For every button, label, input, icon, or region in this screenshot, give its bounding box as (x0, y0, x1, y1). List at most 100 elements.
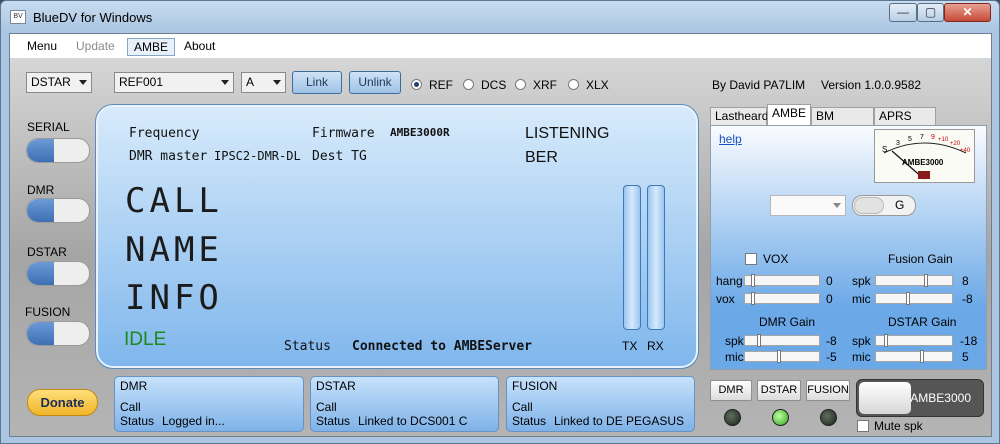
radio-xrf[interactable]: XRF (515, 78, 557, 92)
tx-level-bar (623, 185, 641, 330)
dstar-spk-slider[interactable] (875, 334, 953, 347)
bluedv-app-icon: BV (10, 10, 26, 24)
radio-ref[interactable]: REF (411, 78, 453, 92)
tab-bm-lookup[interactable]: BM lookup (811, 107, 874, 140)
radio-icon (515, 79, 526, 90)
fusion-mic-slider[interactable] (875, 292, 953, 305)
tab-ambe[interactable]: AMBE (767, 104, 811, 126)
menu-item-ambe[interactable]: AMBE (127, 38, 176, 56)
dstar-panel-title: DSTAR (316, 379, 356, 393)
dmr-status-value: Logged in... (162, 414, 225, 428)
module-select[interactable]: A (241, 72, 286, 93)
dmr-mic-slider[interactable] (744, 350, 820, 363)
dstar-label: DSTAR (27, 245, 67, 259)
meter-pivot (918, 171, 930, 179)
version-label: Version 1.0.0.9582 (821, 78, 922, 92)
close-button[interactable]: ✕ (944, 3, 991, 22)
author-label: By David PA7LIM (712, 78, 806, 92)
fusion-spk-slider[interactable] (875, 274, 953, 287)
fusion-mode-button[interactable]: FUSION (806, 380, 850, 401)
fusion-mic-label: mic (852, 292, 871, 306)
donate-button[interactable]: Donate (27, 389, 98, 416)
dmr-master-value: IPSC2-DMR-DL (214, 149, 301, 163)
meter-scale-5: 5 (908, 136, 912, 143)
radio-dcs[interactable]: DCS (463, 78, 506, 92)
dmr-label: DMR (27, 183, 55, 197)
slider-thumb (751, 292, 755, 305)
dest-tg-label: Dest TG (312, 149, 367, 164)
toggle-knob (859, 382, 911, 414)
slider-thumb (751, 274, 755, 287)
fusion-spk-value: 8 (962, 274, 969, 288)
g-toggle[interactable]: G (852, 195, 916, 216)
unlink-button[interactable]: Unlink (349, 71, 401, 94)
dstar-gain-label: DSTAR Gain (888, 315, 957, 329)
fusion-status-value: Linked to DE PEGASUS (554, 414, 685, 428)
dstar-mic-slider[interactable] (875, 350, 953, 363)
dmr-toggle[interactable] (26, 198, 90, 223)
radio-selected-icon (411, 79, 422, 90)
dmr-status-led (724, 409, 741, 426)
dmr-mode-button[interactable]: DMR (710, 380, 752, 401)
meter-scale-3: 3 (896, 140, 900, 147)
dmr-mic-label: mic (725, 350, 744, 364)
s-meter: S 3 5 7 9 +10 +20 +40 AMBE3000 (874, 129, 975, 183)
menu-item-update[interactable]: Update (72, 38, 119, 56)
slider-thumb (757, 334, 761, 347)
radio-icon (568, 79, 579, 90)
dmr-spk-value: -8 (826, 334, 837, 348)
tab-lastheard[interactable]: Lastheard (710, 107, 768, 126)
reflector-select-value: REF001 (119, 75, 164, 89)
hang-label: hang (716, 274, 743, 288)
ambe-device-select[interactable] (770, 195, 846, 216)
dstar-toggle[interactable] (26, 261, 90, 286)
fusion-panel-title: FUSION (512, 379, 558, 393)
hang-slider[interactable] (744, 274, 820, 287)
mute-spk-checkbox[interactable] (857, 420, 869, 432)
dstar-panel: DSTAR Call Status Linked to DCS001 C (310, 376, 499, 432)
lcd-display: Frequency Firmware AMBE3000R LISTENING D… (95, 104, 699, 369)
radio-xlx[interactable]: XLX (568, 78, 609, 92)
help-link[interactable]: help (719, 132, 742, 146)
mode-select[interactable]: DSTAR (26, 72, 92, 93)
dstar-mic-value: 5 (962, 350, 969, 364)
ambe3000-toggle[interactable]: AMBE3000 (856, 379, 984, 417)
dmr-panel-title: DMR (120, 379, 148, 393)
frequency-label: Frequency (129, 126, 200, 141)
radio-ref-label: REF (429, 78, 453, 92)
dstar-spk-value: -18 (960, 334, 978, 348)
link-button[interactable]: Link (292, 71, 342, 94)
dmr-spk-slider[interactable] (744, 334, 820, 347)
meter-label: AMBE3000 (902, 158, 944, 167)
idle-status: IDLE (124, 329, 167, 350)
serial-label: SERIAL (27, 120, 70, 134)
tx-label: TX (622, 339, 638, 353)
dmr-mic-value: -5 (826, 350, 837, 364)
dstar-mode-button[interactable]: DSTAR (757, 380, 801, 401)
serial-toggle[interactable] (26, 138, 90, 163)
meter-scale-s: S (882, 145, 887, 154)
minimize-button[interactable]: — (889, 3, 917, 22)
dmr-gain-label: DMR Gain (759, 315, 816, 329)
meter-scale-plus40: +40 (960, 148, 971, 154)
reflector-select[interactable]: REF001 (114, 72, 234, 93)
chevron-down-icon (221, 80, 229, 85)
chevron-down-icon (79, 80, 87, 85)
rx-level-bar (647, 185, 665, 330)
tab-strip: Lastheard AMBE BM lookup APRS chat (710, 104, 990, 140)
meter-scale-7: 7 (920, 134, 924, 141)
menu-item-about[interactable]: About (180, 38, 219, 56)
vox-checkbox[interactable] (745, 253, 757, 265)
fusion-status-label: Status (512, 414, 547, 428)
maximize-button[interactable]: ▢ (917, 3, 944, 22)
status-value: Connected to AMBEServer (352, 339, 533, 354)
tab-aprs-chat[interactable]: APRS chat (874, 107, 936, 140)
dstar-call-label: Call (316, 400, 337, 414)
menu-item-menu[interactable]: Menu (23, 38, 61, 56)
window-title: BlueDV for Windows (33, 10, 153, 25)
vox-slider[interactable] (744, 292, 820, 305)
vox-value: 0 (826, 292, 833, 306)
firmware-value: AMBE3000R (390, 126, 450, 139)
meter-scale-plus10: +10 (938, 137, 949, 143)
fusion-toggle[interactable] (26, 321, 90, 346)
